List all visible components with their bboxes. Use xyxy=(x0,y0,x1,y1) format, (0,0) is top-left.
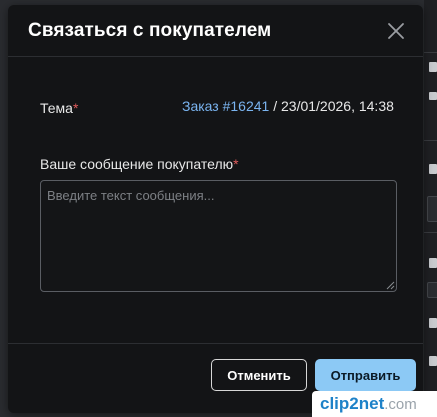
background-text-fragment xyxy=(429,258,437,268)
subject-value: Заказ #16241 / 23/01/2026, 14:38 xyxy=(182,98,394,114)
watermark-text: 2net xyxy=(349,394,385,413)
background-control xyxy=(427,196,437,222)
background-divider xyxy=(424,232,437,233)
send-button[interactable]: Отправить xyxy=(315,359,416,391)
background-text-fragment xyxy=(429,356,437,366)
background-text-fragment xyxy=(429,92,437,100)
contact-buyer-modal: Связаться с покупателем Тема* Заказ #162… xyxy=(8,5,423,413)
message-label-text: Ваше сообщение покупателю xyxy=(40,156,234,172)
watermark-text: .com xyxy=(384,395,417,413)
subject-label: Тема* xyxy=(40,100,78,116)
close-button[interactable] xyxy=(385,20,407,42)
background-text-fragment xyxy=(429,62,437,72)
background-divider xyxy=(424,52,437,53)
background-page xyxy=(424,0,437,417)
message-textarea[interactable] xyxy=(40,180,397,292)
modal-title: Связаться с покупателем xyxy=(28,20,272,41)
required-mark: * xyxy=(72,100,79,116)
order-date: / 23/01/2026, 14:38 xyxy=(269,98,394,114)
subject-label-text: Тема xyxy=(40,100,73,116)
required-mark: * xyxy=(233,156,239,172)
order-link[interactable]: Заказ #16241 xyxy=(182,98,269,114)
background-control xyxy=(427,282,437,298)
clip2net-watermark: clip 2net .com xyxy=(312,391,437,417)
cancel-button[interactable]: Отменить xyxy=(211,359,307,391)
background-text-fragment xyxy=(429,164,437,174)
modal-header: Связаться с покупателем xyxy=(8,5,423,57)
background-text-fragment xyxy=(429,318,437,328)
background-divider xyxy=(424,140,437,141)
watermark-text: clip xyxy=(320,394,350,413)
message-label: Ваше сообщение покупателю* xyxy=(40,156,239,172)
close-icon xyxy=(388,23,404,39)
